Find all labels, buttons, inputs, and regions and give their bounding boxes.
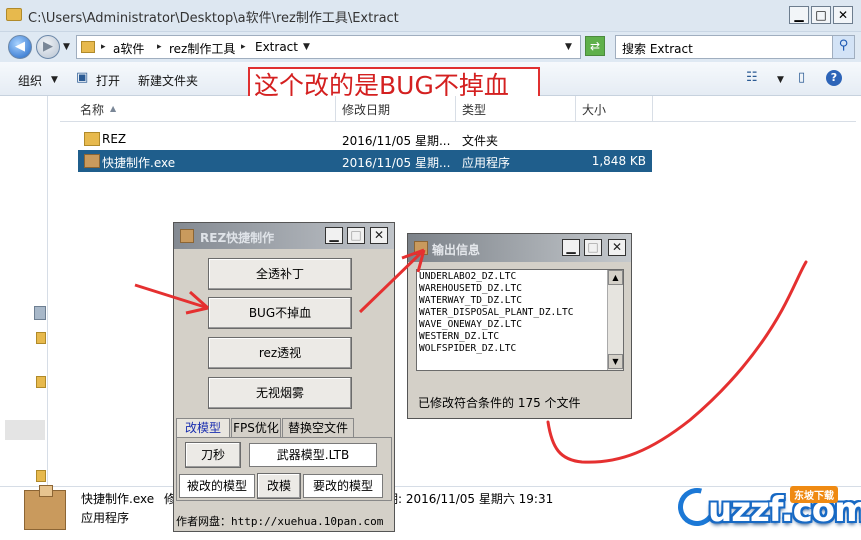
watermark-logo: uzzf.com 东坡下载 <box>671 481 861 538</box>
red-arrow-right <box>358 248 426 314</box>
red-scribble <box>546 260 808 464</box>
annotation-overlay <box>134 248 808 464</box>
watermark-tag: 东坡下载 <box>790 486 838 503</box>
watermark-text: uzzf.com <box>708 490 861 530</box>
red-arrow-left <box>134 283 209 315</box>
